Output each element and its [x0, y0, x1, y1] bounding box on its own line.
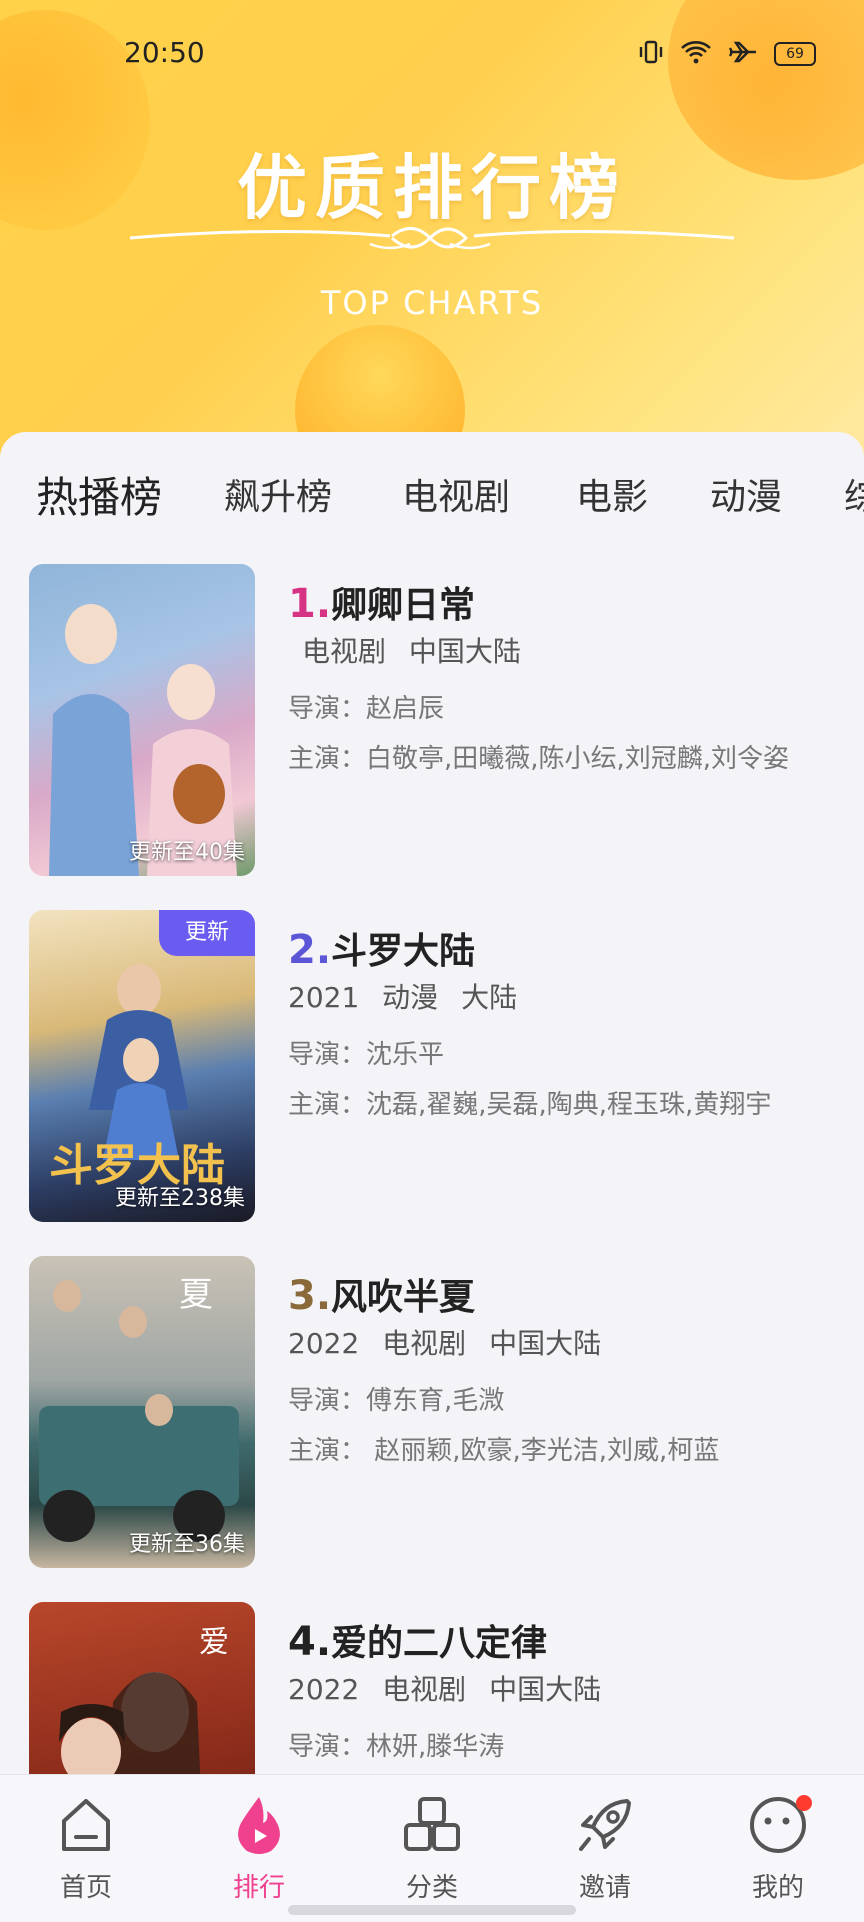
episode-count: 更新至238集 [115, 1186, 245, 1211]
item-director: 导演：傅东育,毛溦 [288, 1386, 505, 1416]
tab-anime[interactable]: 动漫 [710, 468, 782, 520]
title-text: 爱的二八定律 [331, 1623, 548, 1664]
nav-label: 分类 [405, 1873, 458, 1903]
item-director: 导演：沈乐平 [288, 1040, 445, 1070]
tab-rising[interactable]: 飙升榜 [224, 468, 332, 520]
rank-number: 2. [288, 927, 332, 973]
category-tabs: 热播榜 飙升榜 电视剧 电影 动漫 综 [0, 432, 864, 532]
nav-label: 邀请 [578, 1873, 631, 1903]
rank-number: 1. [288, 581, 332, 627]
item-cast: 主演：沈磊,翟巍,吴磊,陶典,程玉珠,黄翔宇 [288, 1090, 772, 1120]
status-bar: 20:50 69 [0, 36, 864, 76]
item-category: 电视剧 [382, 1673, 467, 1706]
poster-image[interactable]: 更新至40集 [29, 564, 255, 876]
tab-hot[interactable]: 热播榜 [36, 464, 162, 525]
nav-ranking[interactable]: 排行 [199, 1793, 319, 1904]
item-category: 电视剧 [382, 1327, 467, 1360]
header-banner: 20:50 69 优质排行榜 TOP CHARTS [0, 0, 864, 460]
episode-count: 更新至36集 [129, 1532, 245, 1557]
nav-profile[interactable]: 我的 [718, 1793, 838, 1904]
poster-image[interactable]: 夏 更新至36集 [29, 1256, 255, 1568]
ornament-divider [130, 227, 734, 250]
nav-category[interactable]: 分类 [372, 1793, 492, 1904]
item-title[interactable]: 4.爱的二八定律 [288, 1614, 547, 1666]
vibrate-icon [638, 40, 664, 68]
home-indicator [288, 1905, 576, 1915]
item-category: 动漫 [382, 981, 439, 1014]
item-region: 大陆 [461, 981, 518, 1014]
nav-label: 排行 [232, 1873, 285, 1903]
nav-home[interactable]: 首页 [26, 1793, 146, 1904]
item-region: 中国大陆 [408, 635, 521, 668]
item-meta: 电视剧 中国大陆 [288, 630, 535, 670]
rank-number: 4. [288, 1619, 332, 1665]
item-category: 电视剧 [302, 635, 387, 668]
item-meta: 2022 电视剧 中国大陆 [288, 1668, 615, 1708]
item-director: 导演：林妍,滕华涛 [288, 1732, 505, 1762]
status-time: 20:50 [124, 36, 205, 69]
title-text: 卿卿日常 [331, 585, 476, 626]
item-year: 2022 [288, 1327, 360, 1360]
title-text: 斗罗大陆 [331, 931, 476, 972]
grid-icon [404, 1797, 460, 1851]
tab-variety[interactable]: 综 [844, 468, 864, 520]
ranking-item[interactable]: 斗罗大陆 更新 更新至238集 2.斗罗大陆 2021 动漫 大陆 导演：沈乐平… [0, 910, 864, 1230]
home-icon [62, 1799, 110, 1851]
nav-label: 我的 [751, 1873, 804, 1903]
item-title[interactable]: 3.风吹半夏 [288, 1268, 475, 1320]
svg-text:爱: 爱 [199, 1625, 229, 1660]
poster-image[interactable]: 斗罗大陆 更新 更新至238集 [29, 910, 255, 1222]
rocket-icon [579, 1799, 631, 1851]
item-region: 中国大陆 [489, 1673, 602, 1706]
item-region: 中国大陆 [489, 1327, 602, 1360]
item-year: 2022 [288, 1673, 360, 1706]
item-title[interactable]: 1.卿卿日常 [288, 576, 475, 628]
ranking-item[interactable]: 更新至40集 1.卿卿日常 电视剧 中国大陆 导演：赵启辰 主演：白敬亭,田曦薇… [0, 564, 864, 884]
page-title: 优质排行榜 [237, 147, 627, 229]
nav-label: 首页 [59, 1873, 112, 1903]
airplane-icon [728, 40, 758, 68]
tab-tv[interactable]: 电视剧 [402, 468, 510, 520]
battery-icon: 69 [774, 42, 816, 66]
ranking-panel: 热播榜 飙升榜 电视剧 电影 动漫 综 更新至40集 1.卿卿日常 电视剧 中国… [0, 432, 864, 1914]
svg-text:夏: 夏 [179, 1275, 213, 1315]
nav-invite[interactable]: 邀请 [545, 1793, 665, 1904]
item-meta: 2021 动漫 大陆 [288, 976, 531, 1016]
item-title[interactable]: 2.斗罗大陆 [288, 922, 475, 974]
item-year: 2021 [288, 981, 360, 1014]
tab-movie[interactable]: 电影 [576, 468, 648, 520]
item-meta: 2022 电视剧 中国大陆 [288, 1322, 615, 1362]
page-subtitle: TOP CHARTS [320, 284, 544, 322]
rank-number: 3. [288, 1273, 332, 1319]
item-director: 导演：赵启辰 [288, 694, 445, 724]
update-badge: 更新 [159, 910, 255, 956]
wifi-icon [680, 40, 712, 68]
item-cast: 主演：白敬亭,田曦薇,陈小纭,刘冠麟,刘令姿 [288, 744, 790, 774]
notification-dot [796, 1795, 812, 1811]
bottom-nav: 首页 排行 分类 邀请 我的 [0, 1774, 864, 1921]
title-text: 风吹半夏 [331, 1277, 476, 1318]
episode-count: 更新至40集 [129, 840, 245, 865]
item-cast: 主演： 赵丽颖,欧豪,李光洁,刘威,柯蓝 [288, 1436, 720, 1466]
flame-play-icon [238, 1797, 280, 1854]
ranking-item[interactable]: 夏 更新至36集 3.风吹半夏 2022 电视剧 中国大陆 导演：傅东育,毛溦 … [0, 1256, 864, 1576]
